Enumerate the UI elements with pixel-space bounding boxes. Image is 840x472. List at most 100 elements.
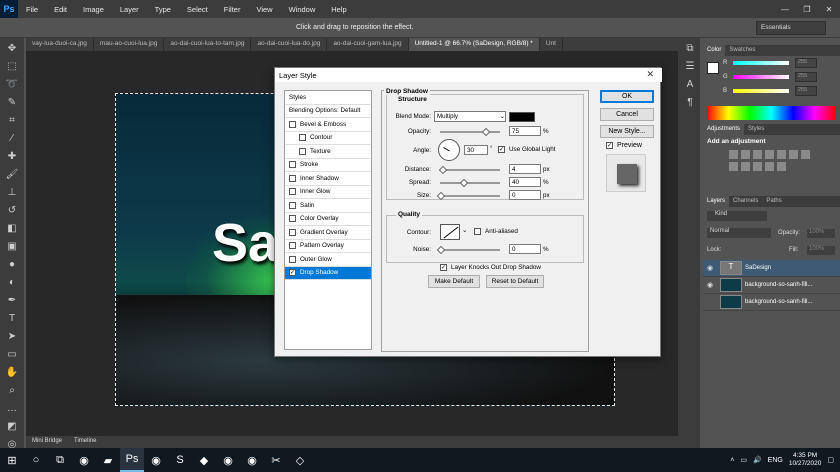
- layer-row[interactable]: background-so-sanh-fill...: [703, 294, 840, 311]
- opacity-input[interactable]: 75: [509, 126, 541, 136]
- color-value-g[interactable]: 255: [795, 72, 817, 82]
- blend-mode-select[interactable]: Multiply ⌄: [434, 111, 506, 122]
- color-value-b[interactable]: 255: [795, 86, 817, 96]
- character-panel-icon[interactable]: A: [682, 76, 698, 92]
- anti-aliased-checkbox[interactable]: [474, 228, 481, 235]
- history-brush-tool-icon[interactable]: ↺: [4, 202, 20, 218]
- style-item[interactable]: Outer Glow: [285, 253, 371, 267]
- eye-icon[interactable]: ◉: [703, 264, 717, 272]
- layer-name[interactable]: background-so-sanh-fill...: [745, 299, 812, 305]
- tab-channels[interactable]: Channels: [729, 196, 762, 207]
- reset-to-default-button[interactable]: Reset to Default: [486, 275, 544, 288]
- chrome-icon[interactable]: ◉: [240, 448, 264, 472]
- channel-mixer-icon[interactable]: [753, 162, 762, 171]
- shape-tool-icon[interactable]: ▭: [4, 346, 20, 362]
- color-spectrum[interactable]: [707, 106, 836, 120]
- layer-row[interactable]: ◉ background-so-sanh-fill...: [703, 277, 840, 294]
- black-white-icon[interactable]: [729, 162, 738, 171]
- eraser-tool-icon[interactable]: ◧: [4, 220, 20, 236]
- color-slider-b[interactable]: [733, 89, 789, 93]
- noise-input[interactable]: 0: [509, 244, 541, 254]
- opacity-slider[interactable]: [440, 131, 500, 133]
- tab-adjustments[interactable]: Adjustments: [703, 124, 745, 135]
- menu-view[interactable]: View: [248, 5, 280, 14]
- style-item-checkbox[interactable]: [289, 242, 296, 250]
- foreground-color-swatch[interactable]: [707, 62, 719, 74]
- invert-icon[interactable]: [777, 162, 786, 171]
- style-item[interactable]: Color Overlay: [285, 213, 371, 226]
- menu-edit[interactable]: Edit: [46, 5, 75, 14]
- style-item-checkbox[interactable]: [289, 228, 296, 236]
- menu-help[interactable]: Help: [323, 5, 354, 14]
- brush-tool-icon[interactable]: 🖌: [4, 166, 20, 182]
- style-item-checkbox[interactable]: [299, 147, 306, 155]
- brightness-icon[interactable]: [729, 150, 738, 159]
- history-panel-icon[interactable]: ⧉: [682, 40, 698, 56]
- doc-tab[interactable]: vay-lua-duoi-ca.jpg: [26, 38, 94, 51]
- preview-checkbox[interactable]: ✓: [606, 142, 613, 149]
- style-item[interactable]: Styles: [285, 91, 371, 105]
- restore-icon[interactable]: ❐: [796, 0, 818, 18]
- eyedropper-tool-icon[interactable]: ⁄: [4, 130, 20, 146]
- task-view-icon[interactable]: ⧉: [48, 448, 72, 472]
- search-icon[interactable]: ○: [24, 448, 48, 472]
- vibrance-icon[interactable]: [777, 150, 786, 159]
- minimize-icon[interactable]: —: [774, 0, 796, 18]
- color-slider-r[interactable]: [733, 61, 789, 65]
- chrome-icon[interactable]: ◉: [144, 448, 168, 472]
- move-tool-icon[interactable]: ✥: [4, 40, 20, 56]
- style-item-checkbox[interactable]: [299, 134, 306, 142]
- more-tools-icon[interactable]: …: [4, 400, 20, 416]
- stamp-tool-icon[interactable]: ⊥: [4, 184, 20, 200]
- language-indicator[interactable]: ENG: [768, 457, 783, 464]
- chrome-icon[interactable]: ◉: [216, 448, 240, 472]
- curves-icon[interactable]: [753, 150, 762, 159]
- make-default-button[interactable]: Make Default: [428, 275, 480, 288]
- blur-tool-icon[interactable]: ●: [4, 256, 20, 272]
- doc-tab[interactable]: ao-dai-cuoi-lua-do.jpg: [251, 38, 328, 51]
- chrome-icon[interactable]: ◉: [72, 448, 96, 472]
- app-icon[interactable]: ◇: [288, 448, 312, 472]
- distance-slider[interactable]: [440, 169, 500, 171]
- layer-name[interactable]: SaDesign: [745, 265, 771, 271]
- color-value-r[interactable]: 255: [795, 58, 817, 68]
- style-item-checkbox[interactable]: [289, 201, 296, 209]
- tab-timeline[interactable]: Timeline: [68, 436, 102, 448]
- style-item-checkbox[interactable]: [289, 255, 296, 263]
- close-icon[interactable]: ✕: [646, 69, 654, 80]
- style-item[interactable]: Pattern Overlay: [285, 240, 371, 253]
- exposure-icon[interactable]: [765, 150, 774, 159]
- crop-tool-icon[interactable]: ⌗: [4, 112, 20, 128]
- chevron-up-icon[interactable]: ˄: [730, 457, 734, 464]
- cancel-button[interactable]: Cancel: [600, 108, 654, 121]
- close-icon[interactable]: ✕: [818, 0, 840, 18]
- menu-file[interactable]: File: [18, 5, 46, 14]
- style-item-checkbox[interactable]: [289, 174, 296, 182]
- doc-tab[interactable]: mau-ao-cuoi-lua.jpg: [94, 38, 165, 51]
- doc-tab[interactable]: Unt: [540, 38, 563, 51]
- volume-icon[interactable]: 🔊: [753, 456, 762, 464]
- style-item[interactable]: ✓ Drop Shadow: [285, 266, 371, 280]
- zoom-tool-icon[interactable]: ⌕: [4, 382, 20, 398]
- size-input[interactable]: 0: [509, 190, 541, 200]
- noise-slider[interactable]: [440, 249, 500, 251]
- snipping-tool-icon[interactable]: ✂: [264, 448, 288, 472]
- pen-tool-icon[interactable]: ✒: [4, 292, 20, 308]
- menu-type[interactable]: Type: [147, 5, 179, 14]
- color-swatches-icon[interactable]: ◩: [4, 418, 20, 434]
- path-select-tool-icon[interactable]: ➤: [4, 328, 20, 344]
- workspace-select[interactable]: Essentials: [756, 21, 826, 35]
- marquee-tool-icon[interactable]: ⬚: [4, 58, 20, 74]
- clock[interactable]: 4:35 PM 10/27/2020: [789, 452, 822, 468]
- style-item[interactable]: Texture: [285, 145, 371, 159]
- properties-panel-icon[interactable]: ☰: [682, 58, 698, 74]
- use-global-light-checkbox[interactable]: ✓: [498, 146, 505, 153]
- quick-select-tool-icon[interactable]: ✎: [4, 94, 20, 110]
- doc-tab[interactable]: ao-dai-cuoi-gam-lua.jpg: [327, 38, 409, 51]
- spread-input[interactable]: 40: [509, 177, 541, 187]
- style-item[interactable]: Inner Glow: [285, 186, 371, 199]
- color-slider-g[interactable]: [733, 75, 789, 79]
- skype-icon[interactable]: S: [168, 448, 192, 472]
- windows-start-icon[interactable]: ⊞: [0, 448, 24, 472]
- eye-icon[interactable]: ◉: [703, 281, 717, 289]
